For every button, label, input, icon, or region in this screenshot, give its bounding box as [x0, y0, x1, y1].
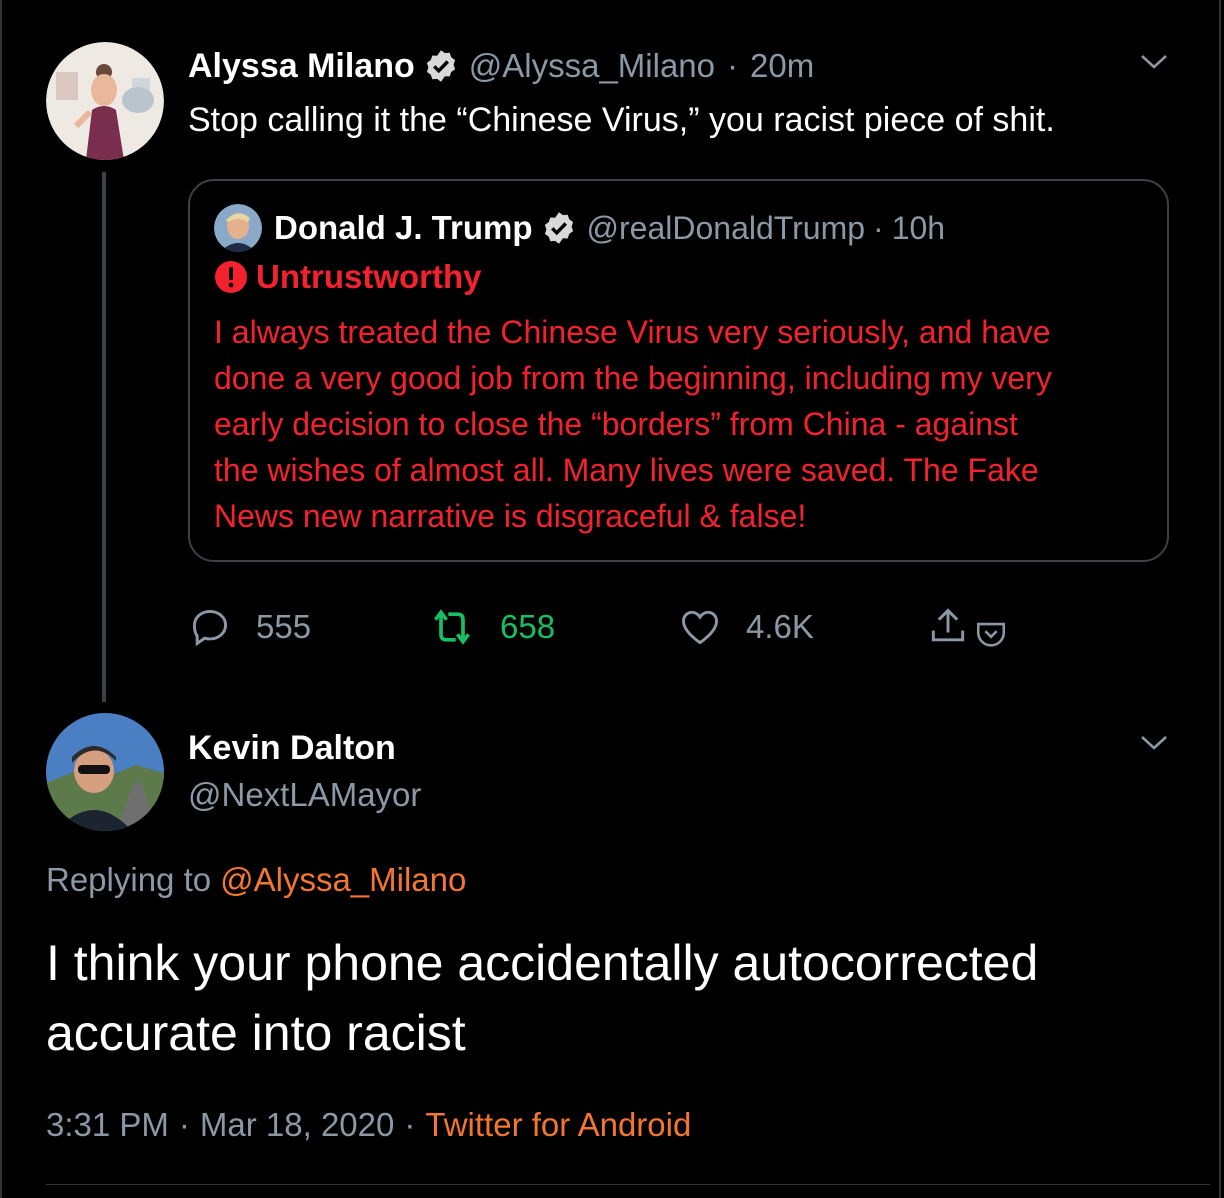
retweet-count: 658 [500, 608, 556, 645]
verified-badge-icon [423, 48, 459, 84]
tweet2-author-name[interactable]: Kevin Dalton [188, 729, 396, 768]
untrustworthy-label: Untrustworthy [214, 256, 482, 298]
retweet-icon [434, 609, 470, 645]
tweet2-text: I think your phone accidentally autocorr… [46, 935, 1039, 1061]
tweet2-handle-row: @NextLAMayor [188, 774, 421, 816]
chevron-down-icon[interactable] [1139, 52, 1169, 72]
quote-line: the wishes of almost all. Many lives wer… [214, 452, 1039, 488]
tweet2-source-link[interactable]: Twitter for Android [425, 1106, 691, 1144]
meta-separator: · [178, 1106, 190, 1143]
avatar-kevin[interactable] [46, 713, 164, 831]
alert-icon [214, 260, 248, 294]
reply-icon [192, 609, 228, 647]
tweet1-text: Stop calling it the “Chinese Virus,” you… [188, 101, 1055, 139]
quote-author-name[interactable]: Donald J. Trump [274, 209, 533, 247]
share-icon [931, 608, 965, 642]
thread-connector [102, 172, 106, 702]
tweet2-date[interactable]: Mar 18, 2020 [200, 1106, 394, 1144]
tweet1-separator: · [727, 47, 739, 84]
quote-line: I always treated the Chinese Virus very … [214, 314, 1051, 350]
avatar-trump[interactable] [214, 204, 262, 252]
tweet1-action-bar: 555 658 4.6K [188, 605, 1028, 665]
tweet2-meta: 3:31 PM · Mar 18, 2020 · Twitter for And… [46, 1104, 691, 1146]
quote-text: I always treated the Chinese Virus very … [214, 309, 1052, 539]
divider [46, 1184, 1210, 1185]
tweet1-time[interactable]: 20m [750, 47, 814, 85]
tweet1-handle[interactable]: @Alyssa_Milano [469, 47, 715, 85]
verified-badge-icon [541, 210, 577, 246]
reply-button[interactable]: 555 [188, 605, 311, 649]
tweet2-header: Kevin Dalton [188, 726, 396, 770]
like-count: 4.6K [746, 608, 814, 645]
replying-to-prefix: Replying to [46, 861, 212, 898]
quote-time[interactable]: 10h [892, 210, 945, 247]
quote-handle[interactable]: @realDonaldTrump [587, 210, 866, 247]
reply-count: 555 [256, 608, 312, 645]
chevron-down-icon[interactable] [1139, 733, 1169, 753]
tweet1-author-name[interactable]: Alyssa Milano [188, 47, 415, 86]
retweet-button[interactable]: 658 [428, 605, 555, 649]
tweet1-header: Alyssa Milano @Alyssa_Milano · 20m [188, 44, 814, 88]
pocket-button[interactable] [974, 617, 1032, 651]
replying-to: Replying to @Alyssa_Milano [46, 859, 466, 901]
avatar-alyssa[interactable] [46, 42, 164, 160]
tweet2-handle[interactable]: @NextLAMayor [188, 776, 421, 814]
untrustworthy-text: Untrustworthy [256, 258, 482, 295]
like-icon [682, 610, 718, 645]
pocket-icon [976, 622, 1006, 647]
quote-line: News new narrative is disgraceful & fals… [214, 498, 807, 534]
quote-separator: · [873, 209, 884, 246]
like-button[interactable]: 4.6K [678, 605, 814, 649]
replying-to-handle-link[interactable]: @Alyssa_Milano [220, 861, 466, 899]
quote-line: done a very good job from the beginning,… [214, 360, 1052, 396]
quote-line: early decision to close the “borders” fr… [214, 406, 1018, 442]
quote-header: Donald J. Trump @realDonaldTrump · 10h [274, 207, 945, 249]
meta-separator: · [404, 1106, 416, 1143]
tweet2-time[interactable]: 3:31 PM [46, 1106, 169, 1144]
